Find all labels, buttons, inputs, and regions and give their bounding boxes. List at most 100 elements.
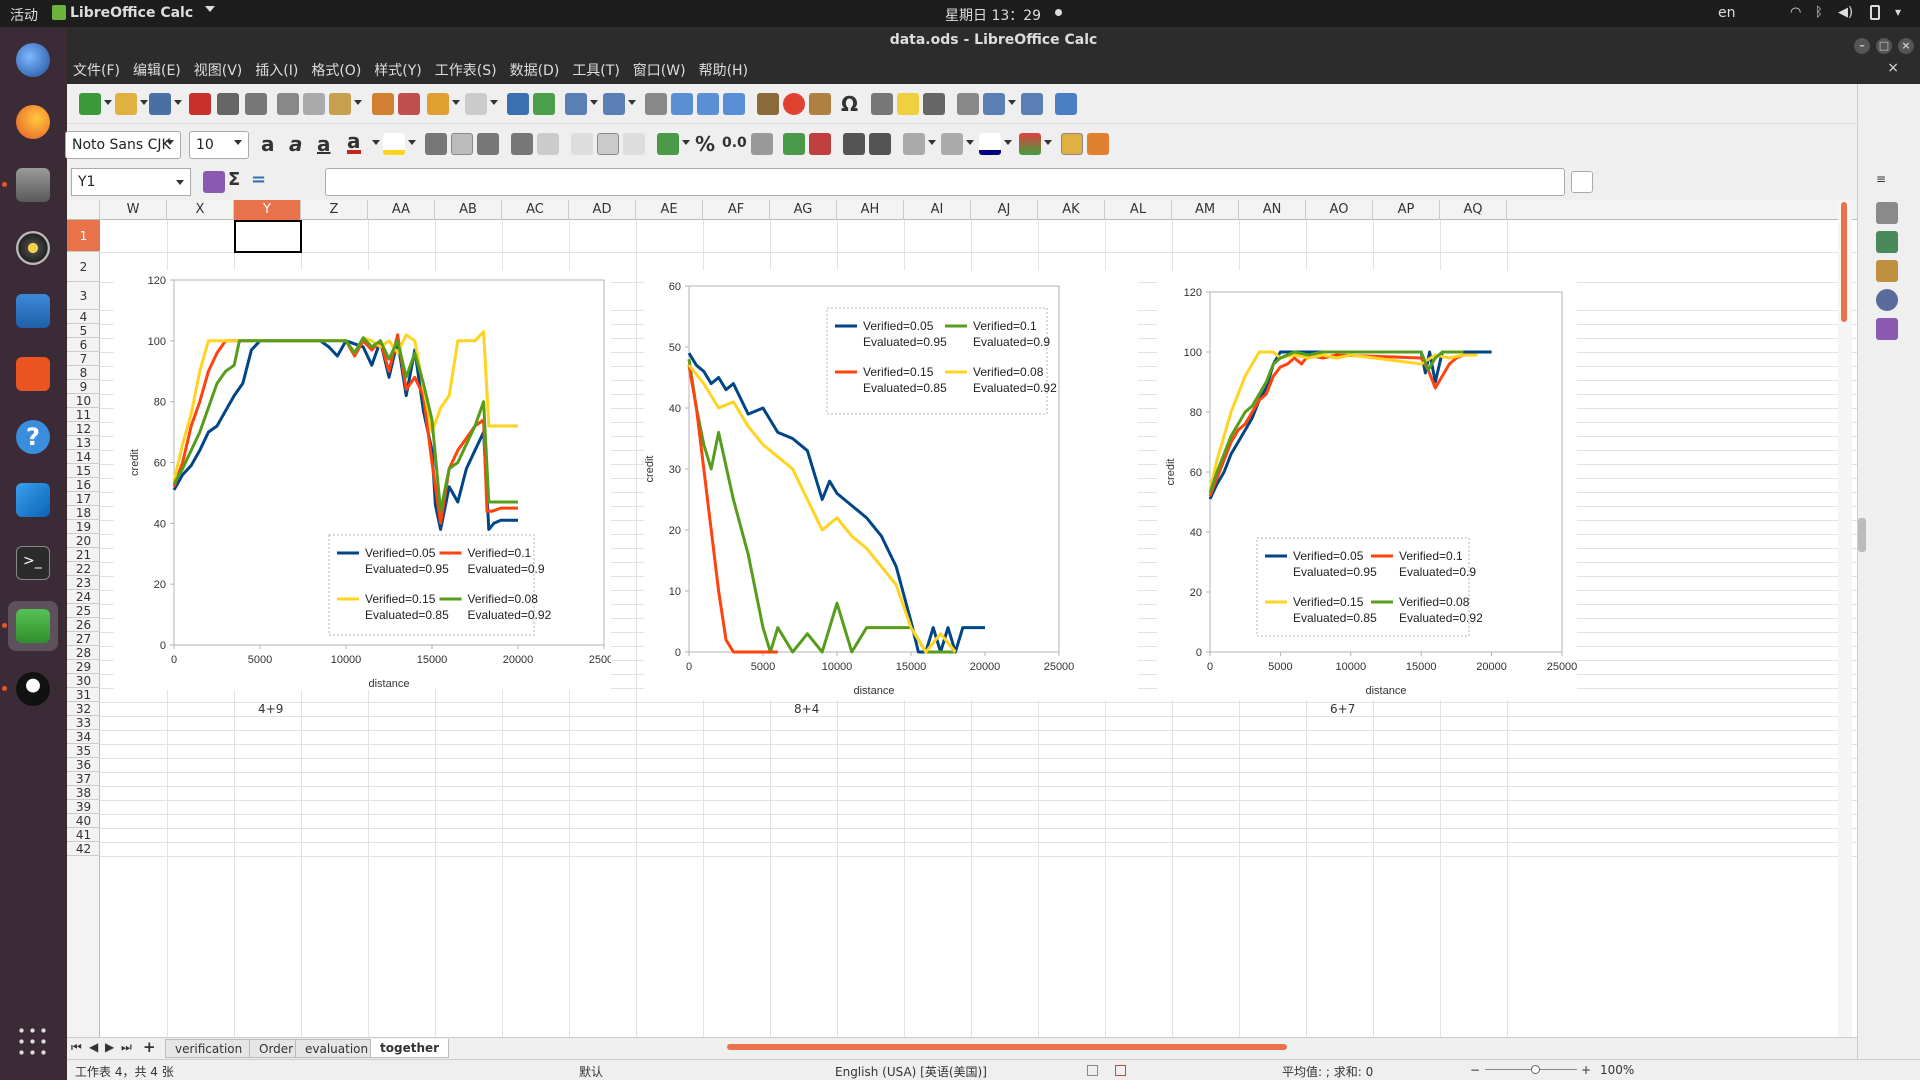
row-header[interactable]: 22 bbox=[67, 562, 100, 576]
menu-styles[interactable]: 样式(Y) bbox=[368, 54, 428, 80]
vertical-scroll-thumb[interactable] bbox=[1841, 202, 1847, 322]
row-header[interactable]: 13 bbox=[67, 436, 100, 450]
formula-input[interactable] bbox=[325, 168, 1565, 196]
row-header[interactable]: 23 bbox=[67, 576, 100, 590]
row-headers[interactable]: 1 2 3 4 5 6 7 8 9 10 11 12 13 14 15 16 17 18 19 20 21 22 23 24 2… bbox=[67, 220, 100, 1057]
row-header[interactable]: 11 bbox=[67, 408, 100, 422]
row-header[interactable]: 30 bbox=[67, 674, 100, 688]
sheet-tab-verification[interactable]: verification bbox=[165, 1039, 253, 1058]
activities-button[interactable]: 活动 bbox=[10, 5, 38, 25]
menu-help[interactable]: 帮助(H) bbox=[693, 54, 755, 80]
name-box[interactable]: Y1 bbox=[71, 168, 191, 196]
border-color-icon[interactable] bbox=[979, 133, 1001, 155]
zoom-out-icon[interactable]: − bbox=[1470, 1063, 1480, 1077]
chart-2[interactable]: 0 10 20 30 40 50 60 0 5000 10000 15000 20000 25000 di… bbox=[644, 270, 1138, 700]
align-bottom-icon[interactable] bbox=[623, 133, 645, 155]
column-header[interactable]: AP bbox=[1373, 200, 1440, 220]
select-all-corner[interactable] bbox=[67, 200, 100, 220]
header-footer-icon[interactable] bbox=[923, 93, 945, 115]
column-header[interactable]: AC bbox=[502, 200, 569, 220]
align-center-icon[interactable] bbox=[451, 133, 473, 155]
cell-label[interactable]: 4+9 bbox=[258, 702, 283, 716]
row-header[interactable]: 36 bbox=[67, 758, 100, 772]
font-color-icon[interactable]: a bbox=[347, 131, 361, 154]
row-header[interactable]: 12 bbox=[67, 422, 100, 436]
spreadsheet-grid[interactable]: W X Y Z AA AB AC AD AE AF AG AH AI AJ AK AL AM AN AO AP AQ 1… bbox=[67, 200, 1857, 1057]
sum-icon[interactable]: Σ bbox=[228, 169, 240, 190]
font-name-box[interactable]: Noto Sans CJK bbox=[65, 131, 181, 159]
align-top-icon[interactable] bbox=[571, 133, 593, 155]
row-header[interactable]: 3 bbox=[67, 282, 100, 310]
align-right-icon[interactable] bbox=[477, 133, 499, 155]
export-pdf-icon[interactable] bbox=[189, 93, 211, 115]
sort-descending-icon[interactable] bbox=[697, 93, 719, 115]
row-header[interactable]: 34 bbox=[67, 730, 100, 744]
close-document-icon[interactable]: × bbox=[1881, 54, 1906, 76]
conditional-format-icon[interactable] bbox=[1019, 133, 1041, 155]
spelling-icon[interactable] bbox=[533, 93, 555, 115]
show-draw-functions-icon[interactable] bbox=[1055, 93, 1077, 115]
digital-signature-icon[interactable] bbox=[1115, 1065, 1126, 1076]
gallery-icon[interactable] bbox=[1876, 260, 1898, 282]
italic-icon[interactable]: a bbox=[289, 132, 303, 156]
add-decimal-icon[interactable] bbox=[783, 133, 805, 155]
bold-icon[interactable]: a bbox=[261, 132, 275, 156]
clock[interactable]: 星期日 13：29 bbox=[945, 5, 1041, 25]
row-header[interactable]: 31 bbox=[67, 688, 100, 702]
column-header[interactable]: AE bbox=[636, 200, 703, 220]
pivot-table-icon[interactable] bbox=[809, 93, 831, 115]
menu-data[interactable]: 数据(D) bbox=[504, 54, 567, 80]
row-header[interactable]: 33 bbox=[67, 716, 100, 730]
column-header[interactable]: AA bbox=[368, 200, 435, 220]
column-width-icon[interactable] bbox=[1087, 133, 1109, 155]
zoom-in-icon[interactable]: + bbox=[1581, 1063, 1591, 1077]
border-style-icon[interactable] bbox=[941, 133, 963, 155]
dock-firefox[interactable] bbox=[8, 97, 58, 147]
paste-clipboard-icon[interactable] bbox=[329, 93, 351, 115]
dock-calc[interactable] bbox=[2, 601, 58, 651]
font-size-chevron-icon[interactable] bbox=[234, 140, 242, 145]
cut-scissors-icon[interactable] bbox=[277, 93, 299, 115]
insert-image-icon[interactable] bbox=[757, 93, 779, 115]
row-header[interactable]: 38 bbox=[67, 786, 100, 800]
sheet-tab-together[interactable]: together bbox=[370, 1039, 450, 1058]
delete-decimal-icon[interactable] bbox=[809, 133, 831, 155]
dock-writer[interactable] bbox=[8, 286, 58, 336]
minimize-button[interactable]: – bbox=[1854, 38, 1870, 54]
split-window-icon[interactable] bbox=[1021, 93, 1043, 115]
row-header[interactable]: 16 bbox=[67, 478, 100, 492]
bluetooth-icon[interactable]: ᛒ bbox=[1815, 5, 1823, 20]
close-window-button[interactable]: × bbox=[1898, 38, 1914, 54]
sort-icon[interactable] bbox=[645, 93, 667, 115]
open-folder-icon[interactable] bbox=[115, 93, 137, 115]
styles-icon[interactable] bbox=[1876, 231, 1898, 253]
hyperlink-icon[interactable] bbox=[871, 93, 893, 115]
wifi-icon[interactable]: ◠ bbox=[1790, 5, 1801, 20]
zoom-level[interactable]: 100% bbox=[1600, 1063, 1634, 1077]
properties-wrench-icon[interactable] bbox=[1876, 202, 1898, 224]
row-header[interactable]: 39 bbox=[67, 800, 100, 814]
row-header[interactable]: 8 bbox=[67, 366, 100, 380]
row-header[interactable]: 21 bbox=[67, 548, 100, 562]
column-header[interactable]: W bbox=[100, 200, 167, 220]
column-header[interactable]: Y bbox=[234, 200, 301, 220]
merge-cells-icon[interactable] bbox=[537, 133, 559, 155]
row-header[interactable]: 35 bbox=[67, 744, 100, 758]
clone-formatting-brush-icon[interactable] bbox=[372, 93, 394, 115]
underline-icon[interactable]: a bbox=[317, 132, 331, 156]
borders-icon[interactable] bbox=[903, 133, 925, 155]
zoom-slider-handle[interactable] bbox=[1531, 1065, 1540, 1074]
show-applications-button[interactable] bbox=[8, 1017, 58, 1067]
formula-equals-icon[interactable]: = bbox=[251, 169, 266, 190]
column-header[interactable]: AH bbox=[837, 200, 904, 220]
percent-format-icon[interactable]: % bbox=[695, 132, 715, 156]
row-height-icon[interactable] bbox=[1061, 133, 1083, 155]
expand-formula-bar-icon[interactable] bbox=[1571, 171, 1593, 193]
redo-icon[interactable] bbox=[465, 93, 487, 115]
row-header[interactable]: 15 bbox=[67, 464, 100, 478]
volume-icon[interactable]: ◀) bbox=[1838, 5, 1853, 20]
new-spreadsheet-icon[interactable] bbox=[79, 93, 101, 115]
horizontal-scroll-thumb[interactable] bbox=[727, 1044, 1287, 1050]
system-menu-chevron-icon[interactable]: ▾ bbox=[1895, 5, 1901, 19]
menu-edit[interactable]: 编辑(E) bbox=[127, 54, 188, 80]
